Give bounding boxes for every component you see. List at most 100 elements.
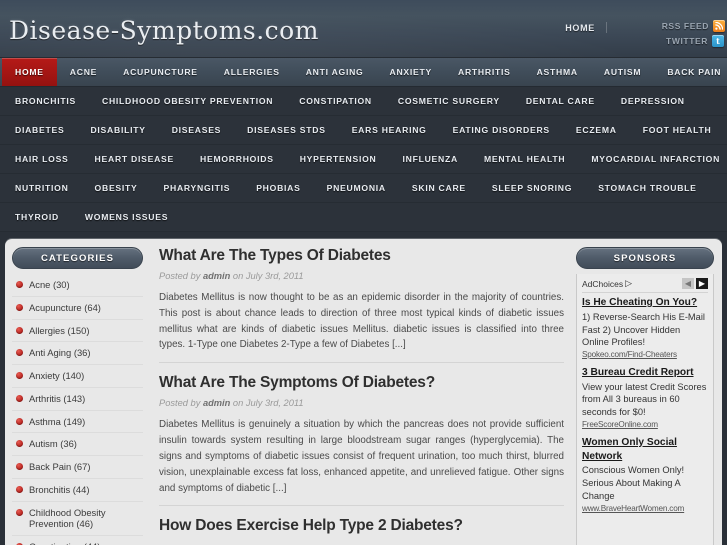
nav-item-stomach-trouble[interactable]: STOMACH TROUBLE xyxy=(585,174,709,202)
ad-list: Is He Cheating On You? 1) Reverse-Search … xyxy=(582,296,708,513)
category-item[interactable]: Anti Aging (36) xyxy=(12,342,143,365)
category-label: Allergies (150) xyxy=(29,324,90,336)
article-author[interactable]: admin xyxy=(203,398,230,408)
article-author[interactable]: admin xyxy=(203,271,230,281)
header-home-link[interactable]: HOME xyxy=(565,23,595,33)
sponsor-ad: Is He Cheating On You? 1) Reverse-Search … xyxy=(582,296,708,359)
nav-item-mental-health[interactable]: MENTAL HEALTH xyxy=(471,145,578,173)
category-label: Arthritis (143) xyxy=(29,392,86,404)
adchoices-icon: ▷ xyxy=(625,278,633,288)
nav-item-anti-aging[interactable]: ANTI AGING xyxy=(293,58,377,86)
nav-item-childhood-obesity-prevention[interactable]: CHILDHOOD OBESITY PREVENTION xyxy=(89,87,286,115)
article-title[interactable]: How Does Exercise Help Type 2 Diabetes? xyxy=(159,517,564,535)
ad-pager: ◀ ▶ xyxy=(682,278,708,289)
category-item[interactable]: Acupuncture (64) xyxy=(12,297,143,320)
ad-title-link[interactable]: Is He Cheating On You? xyxy=(582,296,708,310)
nav-item-allergies[interactable]: ALLERGIES xyxy=(211,58,293,86)
nav-item-back-pain[interactable]: BACK PAIN xyxy=(654,58,727,86)
category-item[interactable]: Bronchitis (44) xyxy=(12,479,143,502)
bullet-icon xyxy=(16,463,23,470)
category-label: Acne (30) xyxy=(29,279,70,290)
bullet-icon xyxy=(16,326,23,334)
nav-item-bronchitis[interactable]: BRONCHITIS xyxy=(2,87,89,115)
sponsors-heading: SPONSORS xyxy=(576,247,714,269)
category-item[interactable]: Back Pain (67) xyxy=(12,456,143,479)
nav-item-hypertension[interactable]: HYPERTENSION xyxy=(287,145,390,173)
category-item[interactable]: Arthritis (143) xyxy=(12,388,143,411)
ad-url-link[interactable]: www.BraveHeartWomen.com xyxy=(582,504,708,513)
nav-item-dental-care[interactable]: DENTAL CARE xyxy=(513,87,608,115)
nav-row: HOME ACNE ACUPUNCTURE ALLERGIES ANTI AGING AN… xyxy=(0,58,727,87)
nav-item-sleep-snoring[interactable]: SLEEP SNORING xyxy=(479,174,585,202)
nav-item-foot-health[interactable]: FOOT HEALTH xyxy=(630,116,725,144)
nav-item-diseases[interactable]: DISEASES xyxy=(159,116,234,144)
ad-prev-button[interactable]: ◀ xyxy=(682,278,694,289)
nav-item-pneumonia[interactable]: PNEUMONIA xyxy=(314,174,399,202)
nav-item-eczema[interactable]: ECZEMA xyxy=(563,116,630,144)
nav-item-nutrition[interactable]: NUTRITION xyxy=(2,174,82,202)
bullet-icon xyxy=(16,485,23,493)
ad-url-link[interactable]: Spokeo.com/Find-Cheaters xyxy=(582,350,708,359)
article-meta-prefix: Posted by xyxy=(159,270,203,281)
category-label: Childhood Obesity Prevention (46) xyxy=(29,506,106,530)
twitter-link[interactable]: TWITTER t xyxy=(662,34,725,47)
nav-item-cosmetic-surgery[interactable]: COSMETIC SURGERY xyxy=(385,87,513,115)
nav-item-pharyngitis[interactable]: PHARYNGITIS xyxy=(151,174,244,202)
ad-url-link[interactable]: FreeScoreOnline.com xyxy=(582,420,708,429)
article: What Are The Types Of Diabetes Posted by … xyxy=(159,247,564,362)
twitter-label: TWITTER xyxy=(666,35,708,46)
nav-item-thyroid[interactable]: THYROID xyxy=(2,203,72,231)
nav-item-anxiety[interactable]: ANXIETY xyxy=(377,58,446,86)
category-item[interactable]: Allergies (150) xyxy=(12,320,143,343)
category-item[interactable]: Constipation (44) xyxy=(12,536,143,545)
rss-feed-link[interactable]: RSS FEED xyxy=(662,19,725,32)
sponsor-ad: 3 Bureau Credit Report View your latest C… xyxy=(582,366,708,429)
nav-item-diseases-stds[interactable]: DISEASES STDS xyxy=(234,116,339,144)
nav-item-acne[interactable]: ACNE xyxy=(57,58,110,86)
article-title[interactable]: What Are The Types Of Diabetes xyxy=(159,247,564,265)
ad-next-button[interactable]: ▶ xyxy=(696,278,708,289)
bullet-icon xyxy=(16,394,23,402)
nav-item-disability[interactable]: DISABILITY xyxy=(77,116,158,144)
nav-item-ears-hearing[interactable]: EARS HEARING xyxy=(339,116,440,144)
article-title[interactable]: What Are The Symptoms Of Diabetes? xyxy=(159,374,564,392)
nav-item-home[interactable]: HOME xyxy=(2,58,57,86)
nav-item-depression[interactable]: DEPRESSION xyxy=(608,87,698,115)
category-item[interactable]: Acne (30) xyxy=(12,274,143,297)
category-item[interactable]: Anxiety (140) xyxy=(12,365,143,388)
bullet-icon xyxy=(16,508,23,516)
twitter-icon: t xyxy=(712,34,724,47)
ad-description: Conscious Women Only! Serious About Maki… xyxy=(582,465,685,501)
nav-item-hemorrhoids[interactable]: HEMORRHOIDS xyxy=(187,145,287,173)
nav-item-hair-loss[interactable]: HAIR LOSS xyxy=(2,145,82,173)
article-date: on July 3rd, 2011 xyxy=(230,398,304,409)
site-logo[interactable]: Disease-Symptoms.com xyxy=(9,16,319,45)
nav-item-acupuncture[interactable]: ACUPUNCTURE xyxy=(110,58,211,86)
nav-item-constipation[interactable]: CONSTIPATION xyxy=(286,87,385,115)
article-meta-prefix: Posted by xyxy=(159,398,203,409)
nav-item-arthritis[interactable]: ARTHRITIS xyxy=(445,58,524,86)
nav-item-skin-care[interactable]: SKIN CARE xyxy=(399,174,479,202)
ad-title-link[interactable]: 3 Bureau Credit Report xyxy=(582,366,708,380)
category-item[interactable]: Childhood Obesity Prevention (46) xyxy=(12,502,143,536)
nav-row: BRONCHITIS CHILDHOOD OBESITY PREVENTION CO… xyxy=(0,87,727,116)
category-item[interactable]: Asthma (149) xyxy=(12,411,143,434)
category-label: Autism (36) xyxy=(29,438,77,450)
nav-item-diabetes[interactable]: DIABETES xyxy=(2,116,77,144)
adchoices-link[interactable]: AdChoices ▷ xyxy=(582,278,632,289)
nav-item-influenza[interactable]: INFLUENZA xyxy=(390,145,471,173)
categories-heading: CATEGORIES xyxy=(12,247,143,269)
nav-item-asthma[interactable]: ASTHMA xyxy=(524,58,591,86)
bullet-icon xyxy=(16,417,23,425)
nav-item-autism[interactable]: AUTISM xyxy=(591,58,654,86)
nav-item-obesity[interactable]: OBESITY xyxy=(82,174,151,202)
nav-item-womens-issues[interactable]: WOMENS ISSUES xyxy=(72,203,181,231)
article: How Does Exercise Help Type 2 Diabetes? xyxy=(159,505,564,544)
nav-item-heart-disease[interactable]: HEART DISEASE xyxy=(82,145,187,173)
bullet-icon xyxy=(16,281,23,288)
nav-item-myocardial-infarction[interactable]: MYOCARDIAL INFARCTION xyxy=(578,145,727,173)
ad-title-link[interactable]: Women Only Social Network xyxy=(582,436,708,464)
category-item[interactable]: Autism (36) xyxy=(12,433,143,456)
nav-item-phobias[interactable]: PHOBIAS xyxy=(243,174,313,202)
nav-item-eating-disorders[interactable]: EATING DISORDERS xyxy=(440,116,563,144)
